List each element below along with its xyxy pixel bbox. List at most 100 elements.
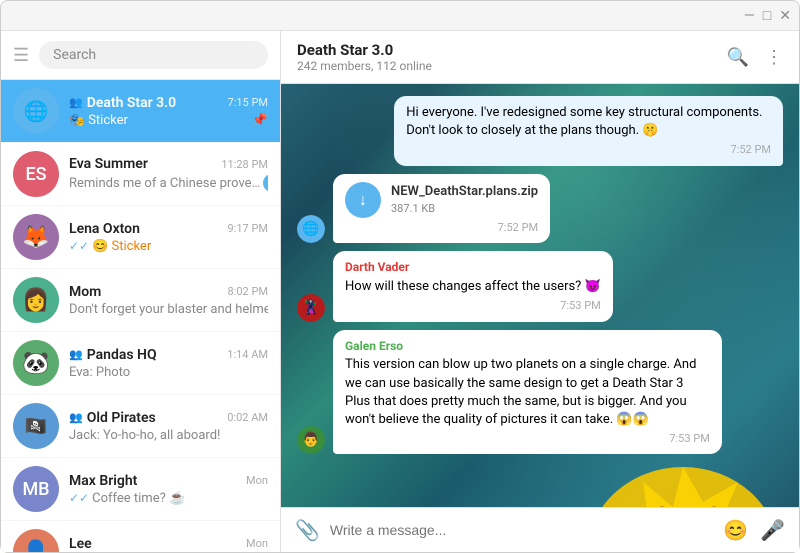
maximize-button[interactable]: □ [763,7,771,24]
search-chat-icon[interactable]: 🔍 [727,47,749,68]
chat-name: Eva Summer [69,156,148,172]
message-bubble-outgoing: Hi everyone. I've redesigned some key st… [394,96,783,166]
file-size: 387.1 KB [391,201,538,216]
chat-info: Max Bright Mon ✓✓ Coffee time? ☕ [69,473,268,506]
chat-header-icons: 🔍 ⋮ [727,47,783,68]
messages-area: Hi everyone. I've redesigned some key st… [281,84,799,507]
avatar: 🌐 [13,88,59,134]
chat-header-status: 242 members, 112 online [297,59,727,73]
file-name: NEW_DeathStar.plans.zip [391,183,538,201]
chat-time: Mon [246,537,268,550]
message-row-galen: 👨 Galen Erso This version can blow up tw… [297,330,783,455]
download-icon: ↓ [345,182,381,218]
preview-icon: 🎭 [69,113,85,128]
chat-name: 👥 Old Pirates [69,410,156,426]
group-icon: 👥 [69,348,83,361]
chat-item-mom[interactable]: 👩 Mom 8:02 PM Don't forget your blaster … [1,269,280,332]
app-body: ☰ Search 🌐 👥 Death Star 3.0 7:15 PM 🎭 [1,31,799,552]
message-bubble-file: ↓ NEW_DeathStar.plans.zip 387.1 KB 7:52 … [333,174,550,243]
chat-name: Mom [69,284,101,300]
chat-item-eva-summer[interactable]: ES Eva Summer 11:28 PM Reminds me of a C… [1,143,280,206]
chat-time: 7:15 PM [228,96,268,109]
chat-header-info: Death Star 3.0 242 members, 112 online [297,41,727,73]
message-time: 7:53 PM [345,298,601,313]
chat-item-lena-oxton[interactable]: 🦊 Lena Oxton 9:17 PM ✓✓ 😊 Sticker [1,206,280,269]
more-options-icon[interactable]: ⋮ [765,47,783,68]
chat-item-pandas-hq[interactable]: 🐼 👥 Pandas HQ 1:14 AM Eva: Photo [1,332,280,395]
message-text: This version can blow up two planets on … [345,356,710,429]
double-tick-icon: ✓✓ [69,491,89,505]
file-info: NEW_DeathStar.plans.zip 387.1 KB [391,183,538,217]
message-sender: Darth Vader [345,259,601,276]
hamburger-icon[interactable]: ☰ [13,45,29,66]
chat-item-death-star[interactable]: 🌐 👥 Death Star 3.0 7:15 PM 🎭 Sticker 📌 [1,80,280,143]
chat-preview: Eva: Photo [69,365,268,380]
sender-avatar: 👨 [297,426,325,454]
avatar: 👤 [13,529,59,552]
input-area: 📎 😊 🎤 [281,507,799,552]
avatar: 🦊 [13,214,59,260]
message-time: 7:52 PM [345,220,538,235]
chat-preview: Jack: Yo-ho-ho, all aboard! [69,428,268,443]
chat-time: 9:17 PM [228,222,268,235]
avatar: 🐼 [13,340,59,386]
chat-time: Mon [246,474,268,487]
message-text: How will these changes affect the users?… [345,278,601,296]
chat-info: Lee Mon We can call it Galaxy Star 7 ;) [69,536,268,553]
microphone-icon[interactable]: 🎤 [760,518,785,542]
sticker-image [583,462,783,507]
emoji-icon[interactable]: 😊 [723,518,748,542]
minimize-button[interactable]: — [744,8,755,24]
message-sender: Galen Erso [345,338,710,355]
message-time: 7:52 PM [406,142,771,157]
pin-icon: 📌 [252,113,268,128]
chat-item-lee[interactable]: 👤 Lee Mon We can call it Galaxy Star 7 ;… [1,521,280,552]
message-time: 7:53 PM [345,431,710,446]
message-input[interactable] [330,522,713,538]
file-message: ↓ NEW_DeathStar.plans.zip 387.1 KB [345,182,538,218]
chat-time: 1:14 AM [227,348,268,361]
chat-time: 11:28 PM [221,158,268,171]
chat-header-name: Death Star 3.0 [297,41,727,59]
avatar: 🏴‍☠️ [13,403,59,449]
attach-icon[interactable]: 📎 [295,518,320,542]
chat-info: Eva Summer 11:28 PM Reminds me of a Chin… [69,156,268,192]
chat-preview: Reminds me of a Chinese prove… 2 [69,174,268,192]
group-icon: 👥 [69,411,83,424]
chat-info: 👥 Old Pirates 0:02 AM Jack: Yo-ho-ho, al… [69,410,268,443]
chat-preview: Don't forget your blaster and helmet [69,302,268,317]
double-tick-icon: ✓✓ [69,239,89,253]
chat-area: Death Star 3.0 242 members, 112 online 🔍… [281,31,799,552]
chat-info: Mom 8:02 PM Don't forget your blaster an… [69,284,268,317]
window-controls: — □ ✕ [744,7,791,24]
chat-item-max-bright[interactable]: MB Max Bright Mon ✓✓ Coffee time? ☕ [1,458,280,521]
avatar: 👩 [13,277,59,323]
sticker-label: 😊 Sticker [92,239,151,254]
chat-name: Lee [69,536,92,552]
chat-info: 👥 Death Star 3.0 7:15 PM 🎭 Sticker 📌 [69,95,268,128]
chat-time: 0:02 AM [227,411,268,424]
chat-name: Lena Oxton [69,221,140,237]
search-input[interactable]: Search [39,41,268,69]
chat-preview: 🎭 Sticker 📌 [69,113,268,128]
message-row: 🌐 ↓ NEW_DeathStar.plans.zip 387.1 KB 7:5… [297,174,783,243]
chat-list: 🌐 👥 Death Star 3.0 7:15 PM 🎭 Sticker 📌 [1,80,280,552]
message-bubble-galen: Galen Erso This version can blow up two … [333,330,722,455]
message-row-darth: 🦹 Darth Vader How will these changes aff… [297,251,783,321]
unread-badge: 2 [263,174,268,192]
chat-preview: ✓✓ 😊 Sticker [69,239,268,254]
chat-item-old-pirates[interactable]: 🏴‍☠️ 👥 Old Pirates 0:02 AM Jack: Yo-ho-h… [1,395,280,458]
chat-info: 👥 Pandas HQ 1:14 AM Eva: Photo [69,347,268,380]
sidebar: ☰ Search 🌐 👥 Death Star 3.0 7:15 PM 🎭 [1,31,281,552]
close-button[interactable]: ✕ [779,8,791,24]
chat-time: 8:02 PM [228,285,268,298]
sidebar-header: ☰ Search [1,31,280,80]
avatar: MB [13,466,59,512]
title-bar: — □ ✕ [1,1,799,31]
sender-avatar: 🦹 [297,294,325,322]
chat-name: 👥 Pandas HQ [69,347,157,363]
group-icon: 👥 [69,96,83,109]
message-bubble-darth: Darth Vader How will these changes affec… [333,251,613,321]
avatar: ES [13,151,59,197]
chat-preview: ✓✓ Coffee time? ☕ [69,491,268,506]
